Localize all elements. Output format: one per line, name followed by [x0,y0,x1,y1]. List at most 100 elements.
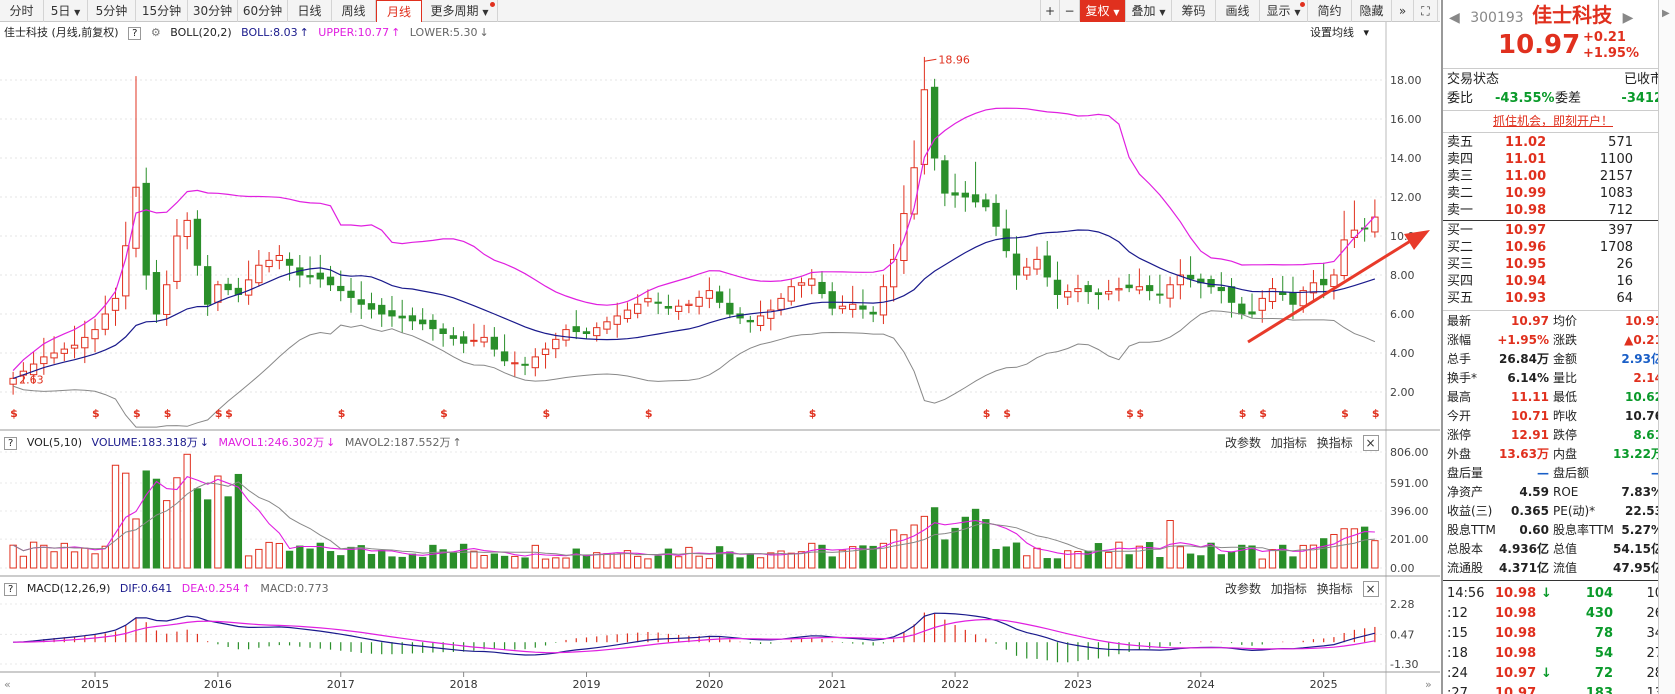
tick-arrow-icon: ↓ [1541,586,1552,601]
candle-body [613,315,621,325]
tick-row: :15 10.98 78 34 [1443,624,1663,644]
volume-bar [490,553,499,569]
overlay-button[interactable]: 叠加 ▼ [1126,0,1172,22]
candle-body [654,301,662,304]
candle-body [388,310,396,317]
candle-body [1330,274,1338,288]
volume-bar [705,558,714,569]
tick-volume: 72 [1594,666,1613,681]
tab-5day[interactable]: 5日 ▼ [44,0,88,22]
volume-bar [1125,554,1133,569]
ask-row[interactable]: 卖四 11.01 1100 [1443,151,1663,168]
price-tick-label: 8.00 [1390,269,1415,282]
next-stock-icon[interactable]: ▶ [1623,10,1634,26]
chart-canvas[interactable]: 18.0016.0014.0012.0010.008.006.004.002.0… [0,22,1440,694]
candle-body [1043,255,1051,278]
volume-bar [1268,549,1277,569]
candle-body [685,303,693,306]
dividend-marker: $ [164,407,172,420]
volume-bar [511,555,519,569]
tab-15min[interactable]: 15分钟 [136,0,188,22]
zoom-in-button[interactable]: + [1040,0,1060,22]
volume-bar [500,555,509,569]
candle-body [81,336,89,349]
candle-body [992,202,1000,227]
tab-daily[interactable]: 日线 [288,0,332,22]
stat-label: 最新 [1447,314,1472,328]
tick-volume: 78 [1594,626,1613,641]
volume-bar [367,553,376,569]
bid-row[interactable]: 买三 10.95 26 [1443,256,1663,273]
candle-body [378,304,386,315]
ask-row[interactable]: 卖五 11.02 571 [1443,134,1663,151]
volume-bar [736,557,744,569]
volume-bar [1094,543,1103,569]
candle-body [50,352,58,359]
hide-button[interactable]: 隐藏 [1352,0,1392,22]
simple-button[interactable]: 简约 [1308,0,1352,22]
side-tab-icon[interactable]: ▶ [1662,8,1670,19]
collapse-icon[interactable]: » [1392,0,1414,22]
stat-value: 6.14% [1507,371,1549,385]
tick-time: :18 [1447,646,1468,661]
stat-label: 流通股 [1447,561,1484,575]
volume-bar [19,555,28,569]
year-label: 2025 [1310,678,1338,691]
tab-60min[interactable]: 60分钟 [238,0,288,22]
ask-row[interactable]: 卖一 10.98 712 [1443,202,1663,219]
open-account-link[interactable]: 抓住机会，即刻开户！ [1443,112,1663,130]
stat-label: 总值 [1553,542,1578,556]
stat-label: 总手 [1447,352,1472,366]
volume-bar [828,556,836,569]
tab-5min[interactable]: 5分钟 [88,0,136,22]
tab-30min[interactable]: 30分钟 [188,0,238,22]
draw-line-button[interactable]: 画线 [1216,0,1260,22]
bid-row[interactable]: 买四 10.94 16 [1443,273,1663,290]
candle-body [1002,228,1010,252]
volume-bar [808,542,816,569]
candle-body [316,272,324,280]
volume-bar [1227,551,1236,569]
ask-row[interactable]: 卖二 10.99 1083 [1443,185,1663,202]
bid-row[interactable]: 买二 10.96 1708 [1443,239,1663,256]
year-label: 2022 [941,678,969,691]
stat-value: +1.95% [1497,333,1549,347]
year-label: 2015 [81,678,109,691]
fullscreen-icon[interactable]: ⛶ [1414,0,1438,22]
bid-row-volume: 1708 [1599,240,1633,255]
bid-row-price: 10.97 [1505,223,1547,238]
bid-row-volume: 64 [1616,291,1633,306]
zoom-out-button[interactable]: − [1060,0,1080,22]
candle-body [715,291,724,303]
volume-bar [244,555,253,569]
tab-more-periods[interactable]: 更多周期 ▼ [422,0,498,22]
volume-bar [224,496,232,569]
volume-bar [1135,545,1144,569]
tab-intraday[interactable]: 分时 [0,0,44,22]
candle-body [500,351,509,362]
candle-body [552,338,560,350]
candle-body [306,275,314,278]
bid-row[interactable]: 买一 10.97 397 [1443,222,1663,239]
ask-row-label: 卖二 [1447,186,1474,201]
stat-row: 流通股 4.371亿 流值 47.95亿 [1443,559,1663,578]
tab-monthly[interactable]: 月线 [376,0,422,22]
tab-weekly[interactable]: 周线 [332,0,376,22]
stat-value: 54.15亿 [1613,542,1663,556]
candle-body [203,266,212,305]
prev-stock-icon[interactable]: ◀ [1449,10,1460,26]
candle-body [1289,292,1297,305]
ask-row[interactable]: 卖三 11.00 2157 [1443,168,1663,185]
tick-time: :24 [1447,666,1468,681]
chips-button[interactable]: 筹码 [1172,0,1216,22]
candle-body [163,284,171,315]
candle-body [859,305,867,310]
volume-bar [1043,558,1051,569]
bid-row[interactable]: 买五 10.93 64 [1443,290,1663,307]
adjust-button[interactable]: 复权 ▼ [1080,0,1126,22]
candle-body [193,218,202,266]
display-button[interactable]: 显示 ▼ [1260,0,1308,22]
stat-value: 4.371亿 [1499,561,1549,575]
dividend-marker: $ [1341,407,1349,420]
volume-tick-label: 0.00 [1390,562,1415,575]
